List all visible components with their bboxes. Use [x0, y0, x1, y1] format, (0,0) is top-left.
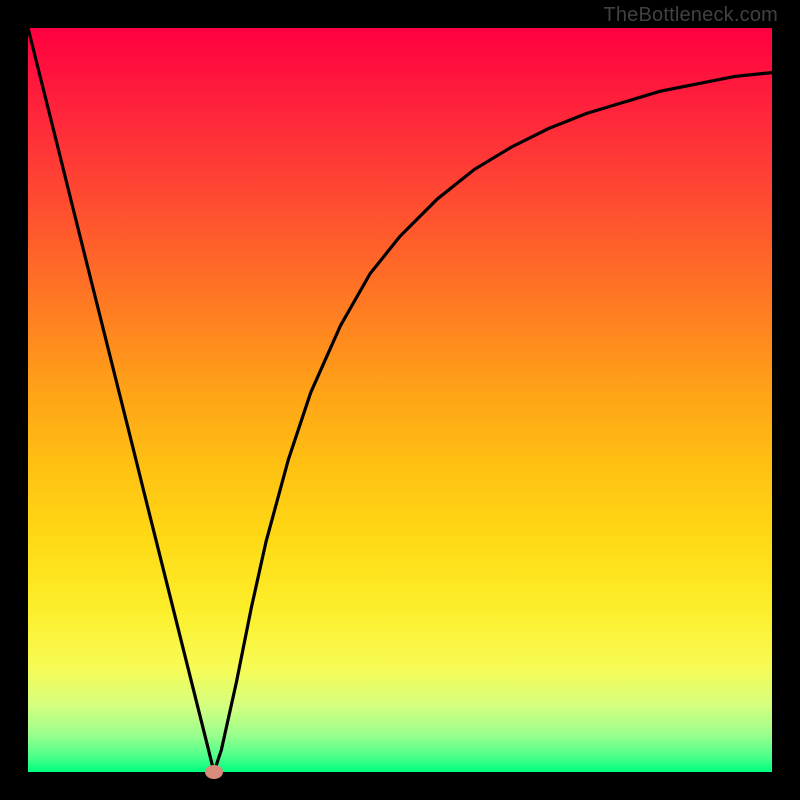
curve-layer — [0, 0, 800, 800]
watermark-text: TheBottleneck.com — [603, 4, 778, 27]
optimal-marker — [205, 765, 223, 779]
bottleneck-curve — [28, 28, 772, 772]
chart-container: TheBottleneck.com — [0, 0, 800, 800]
